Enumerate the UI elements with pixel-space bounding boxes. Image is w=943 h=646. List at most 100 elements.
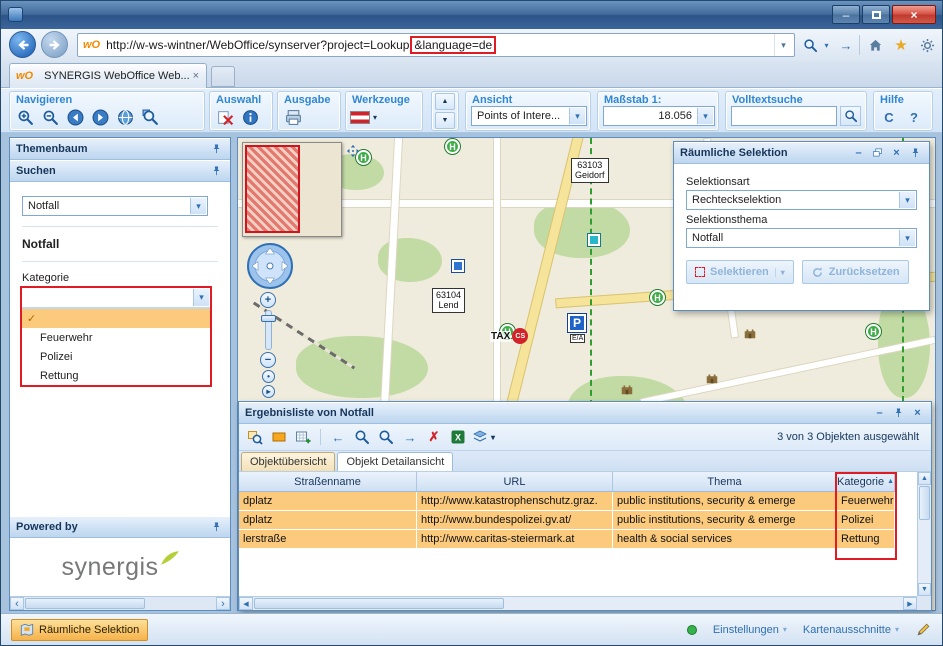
search-options-caret[interactable]: ▾	[820, 34, 833, 56]
next-extent-button[interactable]	[89, 107, 111, 127]
scroll-left-button[interactable]: ‹	[10, 597, 24, 610]
new-tab-button[interactable]	[211, 66, 235, 87]
scroll-right-button[interactable]: ▶	[903, 597, 917, 610]
table-row[interactable]: lerstraße http://www.caritas-steiermark.…	[239, 530, 895, 549]
highlight-results-button[interactable]	[269, 427, 289, 447]
back-button[interactable]	[9, 31, 36, 58]
dropdown-option-feuerwehr[interactable]: Feuerwehr	[22, 328, 210, 347]
spatial-selection-header[interactable]: Räumliche Selektion – ×	[674, 142, 929, 164]
einstellungen-menu[interactable]: Einstellungen ▾	[713, 624, 787, 636]
tab-close-icon[interactable]: ×	[190, 70, 202, 82]
scroll-up-button[interactable]: ▲	[918, 472, 931, 485]
toolbar-scroll-down-button[interactable]: ▼	[435, 112, 455, 129]
zoom-out-map-button[interactable]: −	[260, 352, 276, 368]
search-button[interactable]	[798, 34, 822, 56]
table-row[interactable]: dplatz http://www.bundespolizei.gv.at/ p…	[239, 511, 895, 530]
tab-objektuebersicht[interactable]: Objektübersicht	[241, 452, 335, 471]
pan-icon[interactable]	[346, 144, 360, 158]
results-vertical-scrollbar[interactable]: ▲ ▼	[917, 472, 931, 596]
float-window-icon[interactable]	[870, 146, 885, 160]
scroll-right-button[interactable]: ›	[216, 597, 230, 610]
print-button[interactable]	[282, 107, 304, 127]
window-minimize-button[interactable]: –	[832, 5, 860, 24]
address-bar[interactable]: wO http://w-ws-wintner/WebOffice/synserv…	[77, 33, 795, 57]
zoom-next-button[interactable]	[376, 427, 396, 447]
table-cell[interactable]: dplatz	[239, 511, 417, 530]
zoom-window-button[interactable]	[139, 107, 161, 127]
column-header-strassenname[interactable]: Straßenname	[239, 472, 417, 491]
zoom-slider-handle[interactable]	[261, 315, 276, 322]
fulltext-search-button[interactable]	[840, 106, 861, 126]
table-cell[interactable]: http://www.katastrophenschutz.graz.	[417, 492, 613, 511]
table-cell[interactable]: http://www.bundespolizei.gv.at/	[417, 511, 613, 530]
overview-map[interactable]	[242, 142, 342, 237]
address-history-caret[interactable]: ▾	[774, 34, 792, 56]
raeumliche-selektion-taskbar-button[interactable]: Räumliche Selektion	[11, 619, 148, 641]
selektionsart-select[interactable]: Rechteckselektion ▾	[686, 190, 917, 210]
table-cell[interactable]: http://www.caritas-steiermark.at	[417, 530, 613, 549]
reload-config-button[interactable]: C	[878, 107, 900, 127]
scroll-left-button[interactable]: ◀	[239, 597, 253, 610]
language-selector[interactable]: ▾	[350, 107, 377, 127]
zoom-out-button[interactable]	[39, 107, 61, 127]
table-cell[interactable]: Feuerwehr	[837, 492, 895, 511]
pan-compass-control[interactable]	[246, 242, 294, 290]
bookmark-dot-button[interactable]: •	[262, 370, 275, 383]
pin-icon[interactable]	[891, 406, 906, 420]
zoom-to-results-button[interactable]	[245, 427, 265, 447]
pin-icon[interactable]	[209, 142, 224, 156]
next-record-button[interactable]: →	[400, 427, 420, 447]
pin-icon[interactable]	[908, 146, 923, 160]
chevron-down-icon[interactable]: ▾	[190, 198, 206, 214]
chevron-down-icon[interactable]: ▾	[899, 192, 915, 208]
zoom-in-button[interactable]	[14, 107, 36, 127]
dropdown-option-polizei[interactable]: Polizei	[22, 347, 210, 366]
table-row[interactable]: dplatz http://www.katastrophenschutz.gra…	[239, 492, 895, 511]
scrollbar-thumb[interactable]	[25, 598, 145, 609]
close-icon[interactable]: ×	[889, 146, 904, 160]
identify-button[interactable]	[239, 107, 261, 127]
table-cell[interactable]: public institutions, security & emerge	[613, 511, 837, 530]
chevron-down-icon[interactable]: ▾	[775, 268, 785, 277]
table-cell[interactable]: Rettung	[837, 530, 895, 549]
powered-by-header[interactable]: Powered by	[10, 516, 230, 538]
play-button[interactable]: ▸	[262, 385, 275, 398]
category-select[interactable]: ▾	[22, 288, 210, 308]
results-horizontal-scrollbar[interactable]: ◀ ▶	[239, 596, 917, 610]
pin-icon[interactable]	[209, 164, 224, 178]
results-header[interactable]: Ergebnisliste von Notfall – ×	[239, 402, 931, 424]
column-header-thema[interactable]: Thema	[613, 472, 837, 491]
zoom-in-map-button[interactable]: +	[260, 292, 276, 308]
column-header-kategorie[interactable]: Kategorie▲	[837, 472, 895, 491]
layers-menu-button[interactable]: ▾	[472, 427, 495, 447]
full-extent-button[interactable]	[114, 107, 136, 127]
zuruecksetzen-button[interactable]: Zurücksetzen	[802, 260, 909, 284]
tools-button[interactable]	[915, 34, 939, 56]
scroll-down-button[interactable]: ▼	[918, 583, 931, 596]
add-table-button[interactable]	[293, 427, 313, 447]
selektieren-button[interactable]: Selektieren ▾	[686, 260, 794, 284]
previous-record-button[interactable]: ←	[328, 427, 348, 447]
tab-objekt-detailansicht[interactable]: Objekt Detailansicht	[337, 452, 453, 471]
forward-button[interactable]	[41, 31, 68, 58]
chevron-down-icon[interactable]: ▾	[899, 230, 915, 246]
zoom-previous-button[interactable]	[352, 427, 372, 447]
pin-icon[interactable]	[209, 520, 224, 534]
table-cell[interactable]: public institutions, security & emerge	[613, 492, 837, 511]
table-cell[interactable]: lerstraße	[239, 530, 417, 549]
favorites-button[interactable]: ★	[889, 34, 913, 56]
table-cell[interactable]: dplatz	[239, 492, 417, 511]
view-select[interactable]: Points of Intere... ▾	[471, 106, 587, 126]
scrollbar-thumb[interactable]	[254, 598, 504, 609]
window-close-button[interactable]: ×	[892, 5, 936, 24]
themenbaum-header[interactable]: Themenbaum	[10, 138, 230, 160]
selektionsthema-select[interactable]: Notfall ▾	[686, 228, 917, 248]
scrollbar-thumb[interactable]	[919, 486, 930, 520]
redline-pencil-button[interactable]	[915, 621, 932, 638]
remove-results-button[interactable]: ✗	[424, 427, 444, 447]
excel-export-button[interactable]	[448, 427, 468, 447]
window-maximize-button[interactable]	[862, 5, 890, 24]
scale-input[interactable]: 18.056 ▾	[603, 106, 715, 126]
minimize-icon[interactable]: –	[851, 146, 866, 160]
chevron-down-icon[interactable]: ▾	[697, 108, 713, 124]
